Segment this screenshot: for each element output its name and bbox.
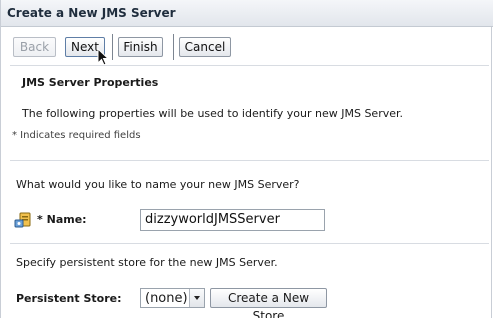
mouse-pointer-icon — [97, 48, 109, 66]
persistent-store-select[interactable]: (none) — [140, 288, 205, 308]
cancel-button[interactable]: Cancel — [179, 37, 231, 57]
store-instruction: Specify persistent store for the new JMS… — [16, 256, 278, 269]
divider — [10, 160, 489, 161]
required-marker: * — [37, 213, 43, 226]
chevron-down-icon[interactable] — [189, 289, 204, 307]
selected-store-value: (none) — [145, 291, 188, 306]
toolbar-separator — [173, 34, 174, 60]
title-bar: Create a New JMS Server — [1, 0, 493, 27]
server-config-icon — [14, 212, 31, 228]
dialog-frame: Create a New JMS Server Back Next Finish… — [0, 0, 493, 318]
persistent-store-label: Persistent Store: — [16, 292, 122, 305]
name-label-text: Name: — [46, 213, 87, 226]
toolbar-separator — [112, 34, 113, 60]
section-heading: JMS Server Properties — [22, 76, 159, 89]
dialog-title: Create a New JMS Server — [7, 6, 176, 20]
name-question: What would you like to name your new JMS… — [16, 178, 300, 191]
divider — [10, 65, 489, 66]
server-name-input[interactable]: dizzyworldJMSServer — [140, 209, 325, 231]
required-fields-note: * Indicates required fields — [12, 130, 141, 141]
back-button[interactable]: Back — [13, 37, 56, 57]
section-description: The following properties will be used to… — [22, 107, 403, 120]
create-new-store-button[interactable]: Create a New Store — [210, 288, 327, 318]
divider — [10, 243, 489, 244]
name-label: * Name: — [37, 213, 87, 226]
finish-button[interactable]: Finish — [118, 37, 163, 57]
